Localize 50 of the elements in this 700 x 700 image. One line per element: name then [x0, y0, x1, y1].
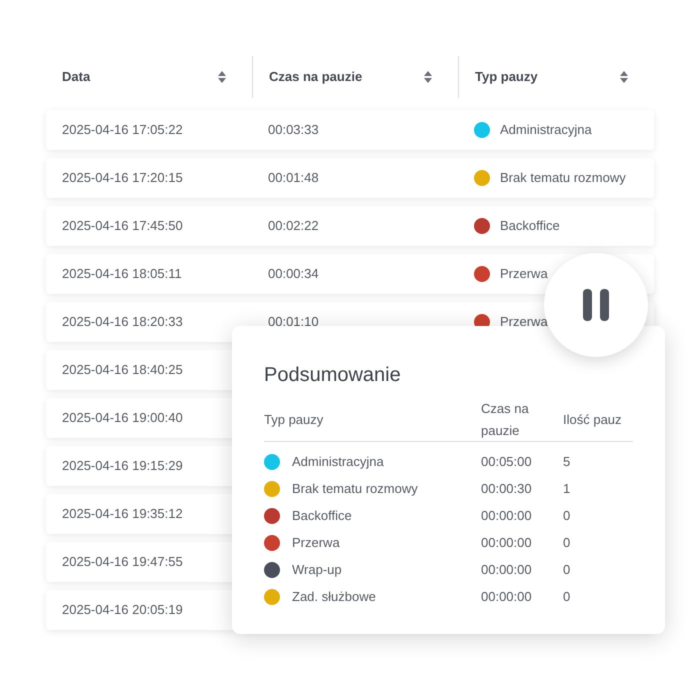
column-header: Typ pauzy — [264, 410, 324, 429]
table-cell-text: 00:00:30 — [481, 480, 533, 498]
column-header: Czas na pauzie — [269, 68, 362, 86]
pause-icon — [583, 289, 609, 321]
table-cell-text: 0 — [563, 588, 570, 606]
table-cell-text: 00:00:00 — [481, 534, 533, 552]
table-cell: 00:02:22 — [268, 218, 319, 234]
table-cell: 2025-04-16 18:20:33 — [62, 314, 183, 330]
table-cell: 2025-04-16 19:15:29 — [62, 458, 183, 474]
table-cell: 2025-04-16 19:35:12 — [62, 506, 183, 522]
column-header: Data — [62, 68, 90, 86]
table-cell-text: 1 — [563, 480, 570, 498]
table-cell: 2025-04-16 17:45:50 — [62, 218, 183, 234]
table-cell-text: Brak tematu rozmowy — [500, 169, 626, 188]
table-cell: 2025-04-16 20:05:19 — [62, 602, 183, 618]
table-cell-text: Administracyjna — [292, 452, 384, 471]
table-cell-text: 00:05:00 — [481, 452, 533, 471]
table-cell: 2025-04-16 17:05:22 — [62, 122, 183, 138]
table-cell-text: Przerwa — [500, 313, 548, 332]
table-cell-text: 0 — [563, 534, 570, 552]
table-cell-text: Przerwa — [500, 265, 548, 284]
table-cell-text: Przerwa — [292, 534, 340, 552]
table-cell-text: 00:00:00 — [481, 560, 533, 579]
table-cell: 2025-04-16 18:05:11 — [62, 266, 182, 282]
column-header: Typ pauzy — [475, 68, 538, 86]
table-cell: 00:03:33 — [268, 122, 319, 138]
column-header: Ilość pauz — [563, 410, 622, 429]
table-cell-text: 0 — [563, 560, 570, 579]
column-header: Czas na pauzie — [481, 400, 530, 440]
table-cell-text: Backoffice — [500, 217, 560, 236]
table-cell-text: Wrap-up — [292, 560, 342, 579]
table-cell: 2025-04-16 17:20:15 — [62, 170, 183, 186]
table-cell: 00:01:48 — [268, 170, 319, 186]
table-cell-text: Brak tematu rozmowy — [292, 480, 418, 498]
sort-icon[interactable] — [620, 71, 628, 83]
table-cell-text: 0 — [563, 506, 570, 525]
table-cell-text: 00:00:00 — [481, 588, 533, 606]
table-cell-text: 00:00:00 — [481, 506, 533, 525]
table-cell-text: Administracyjna — [500, 121, 592, 140]
table-cell: 2025-04-16 18:40:25 — [62, 362, 183, 378]
table-cell: 2025-04-16 19:00:40 — [62, 410, 183, 426]
table-cell: 00:00:34 — [268, 266, 319, 282]
sort-icon[interactable] — [218, 71, 226, 83]
summary-title: Podsumowanie — [264, 363, 402, 388]
sort-icon[interactable] — [424, 71, 432, 83]
table-cell: 2025-04-16 19:47:55 — [62, 554, 183, 570]
table-cell-text: 5 — [563, 452, 570, 471]
table-cell: 00:01:10 — [268, 314, 319, 330]
table-cell-text: Zad. służbowe — [292, 588, 376, 606]
table-cell-text: Backoffice — [292, 506, 352, 525]
